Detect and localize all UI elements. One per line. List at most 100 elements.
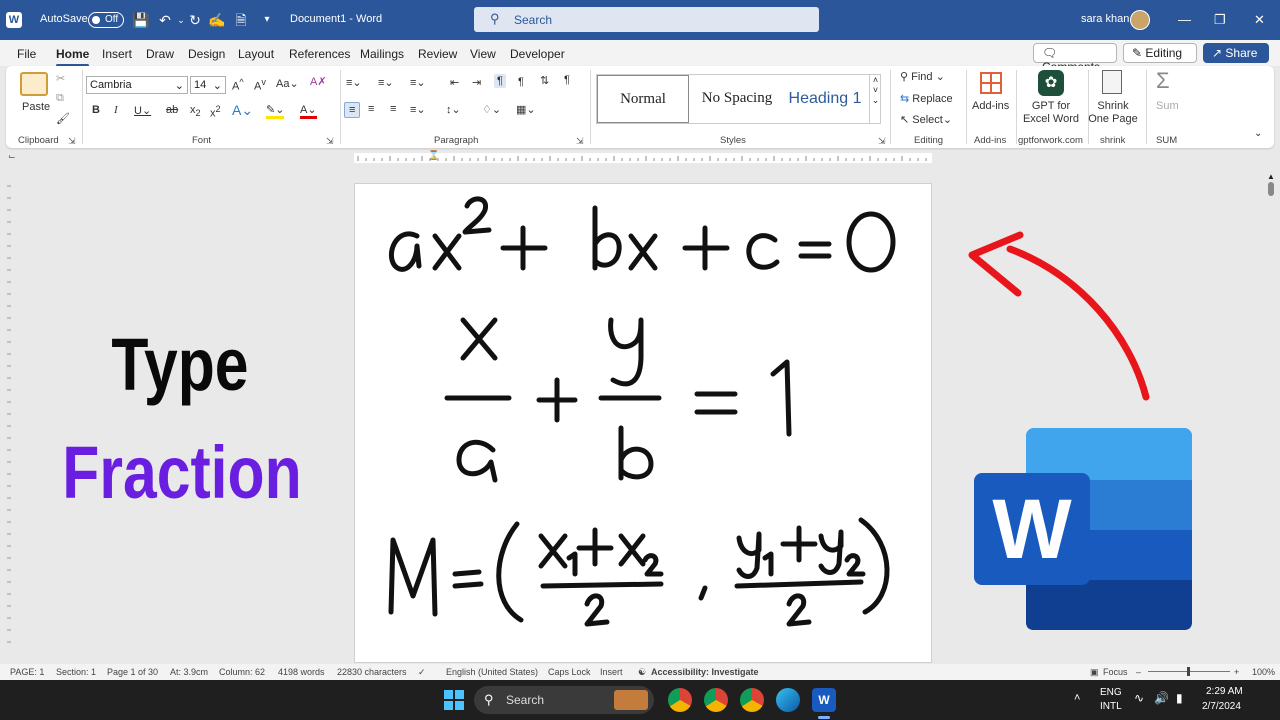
gpt-button[interactable]: GPT for Excel Word bbox=[1022, 100, 1080, 126]
maximize-icon[interactable]: ❐ bbox=[1214, 12, 1226, 28]
customize-toolbar-icon[interactable]: ▾ bbox=[258, 11, 276, 29]
text-effects-icon[interactable]: A⌄ bbox=[232, 102, 253, 119]
underline-icon[interactable]: U⌄ bbox=[134, 104, 151, 117]
bullets-icon[interactable]: ≡⌄ bbox=[346, 76, 362, 89]
increase-indent-icon[interactable]: ⇥ bbox=[472, 76, 481, 89]
multilevel-list-icon[interactable]: ≡⌄ bbox=[410, 76, 426, 89]
collapse-ribbon-icon[interactable]: ⌄ bbox=[1254, 128, 1262, 139]
status-position[interactable]: At: 3.9cm bbox=[170, 667, 208, 677]
style-no-spacing[interactable]: No Spacing bbox=[693, 81, 781, 115]
italic-icon[interactable]: I bbox=[114, 104, 118, 116]
minimize-icon[interactable]: — bbox=[1178, 12, 1191, 27]
volume-icon[interactable]: 🔊 bbox=[1154, 691, 1169, 705]
vertical-scrollbar[interactable]: ▲ bbox=[1266, 172, 1276, 662]
clear-formatting-icon[interactable]: A✗ bbox=[310, 75, 327, 88]
document-page[interactable] bbox=[354, 183, 932, 663]
status-insert-mode[interactable]: Insert bbox=[600, 667, 623, 677]
scroll-up-icon[interactable]: ▲ bbox=[1267, 172, 1275, 181]
copy-icon[interactable]: ⧉ bbox=[56, 92, 64, 105]
comments-button[interactable]: 🗨 Comments bbox=[1033, 43, 1117, 74]
word-taskbar-icon[interactable]: W bbox=[812, 688, 836, 712]
borders-icon[interactable]: ▦⌄ bbox=[516, 103, 536, 116]
sort-icon[interactable]: ⇅ bbox=[540, 74, 549, 87]
shrink-page-icon[interactable] bbox=[1102, 70, 1122, 94]
tab-layout[interactable]: Layout bbox=[238, 47, 274, 61]
gpt-icon[interactable]: ✿ bbox=[1038, 70, 1064, 96]
edge-icon[interactable] bbox=[776, 688, 800, 712]
replace-button[interactable]: ⇆ Replace bbox=[900, 92, 953, 105]
search-input[interactable]: ⚲ Search bbox=[474, 7, 819, 32]
highlight-icon[interactable]: ✎⌄ bbox=[266, 103, 285, 119]
add-ins-label[interactable]: Add-ins bbox=[972, 100, 1009, 112]
touch-mode-icon[interactable]: ✍ bbox=[208, 11, 226, 29]
editing-mode-button[interactable]: ✎ Editing bbox=[1123, 43, 1197, 63]
status-column[interactable]: Column: 62 bbox=[219, 667, 265, 677]
scroll-thumb[interactable] bbox=[1268, 182, 1274, 196]
font-color-icon[interactable]: A⌄ bbox=[300, 103, 317, 119]
horizontal-ruler[interactable]: ⌙ ⌛ bbox=[0, 150, 1280, 166]
language-line2[interactable]: INTL bbox=[1100, 701, 1122, 712]
clock-date[interactable]: 2/7/2024 bbox=[1202, 701, 1241, 712]
tab-file[interactable]: File bbox=[17, 47, 36, 61]
status-word-count[interactable]: 4198 words bbox=[278, 667, 325, 677]
word-app-icon[interactable]: W bbox=[6, 12, 22, 28]
status-page[interactable]: PAGE: 1 bbox=[10, 667, 44, 677]
add-ins-icon[interactable] bbox=[980, 72, 1002, 94]
chrome-icon[interactable] bbox=[668, 688, 692, 712]
tab-draw[interactable]: Draw bbox=[146, 47, 174, 61]
user-name[interactable]: sara khan bbox=[1081, 13, 1129, 25]
status-accessibility[interactable]: Accessibility: Investigate bbox=[651, 667, 759, 677]
zoom-out-icon[interactable]: – bbox=[1136, 667, 1141, 677]
tab-developer[interactable]: Developer bbox=[510, 47, 565, 61]
superscript-icon[interactable]: x2 bbox=[210, 104, 221, 120]
font-launcher-icon[interactable]: ⇲ bbox=[326, 136, 334, 147]
bold-icon[interactable]: B bbox=[92, 104, 100, 116]
windows-start-icon[interactable] bbox=[444, 690, 464, 710]
format-painter-icon[interactable]: 🖌 bbox=[56, 112, 70, 125]
subscript-icon[interactable]: x2 bbox=[190, 104, 201, 118]
paste-icon[interactable] bbox=[20, 72, 48, 96]
language-line1[interactable]: ENG bbox=[1100, 687, 1122, 698]
status-character-count[interactable]: 22830 characters bbox=[337, 667, 407, 677]
tab-review[interactable]: Review bbox=[418, 47, 457, 61]
status-language[interactable]: English (United States) bbox=[446, 667, 538, 677]
change-case-icon[interactable]: Aa⌄ bbox=[276, 77, 299, 90]
select-button[interactable]: ↖ Select⌄ bbox=[900, 113, 952, 126]
close-icon[interactable]: ✕ bbox=[1254, 12, 1265, 28]
find-button[interactable]: ⚲ Find ⌄ bbox=[900, 70, 945, 83]
status-section[interactable]: Section: 1 bbox=[56, 667, 96, 677]
wifi-icon[interactable]: ∿ bbox=[1134, 691, 1144, 705]
ltr-direction-icon[interactable]: ¶ bbox=[494, 74, 506, 88]
tab-home[interactable]: Home bbox=[56, 47, 90, 67]
new-document-icon[interactable]: 🗎 bbox=[232, 11, 250, 29]
decrease-indent-icon[interactable]: ⇤ bbox=[450, 76, 459, 89]
tab-mailings[interactable]: Mailings bbox=[360, 47, 404, 61]
shading-icon[interactable]: ♢⌄ bbox=[482, 103, 501, 116]
show-formatting-icon[interactable]: ¶ bbox=[564, 74, 570, 86]
cut-icon[interactable]: ✂ bbox=[56, 72, 65, 85]
shrink-font-icon[interactable]: Av bbox=[254, 77, 266, 93]
clock-time[interactable]: 2:29 AM bbox=[1206, 686, 1243, 697]
shrink-button[interactable]: Shrink One Page bbox=[1088, 100, 1138, 126]
align-left-icon[interactable]: ≡ bbox=[344, 102, 361, 118]
paragraph-launcher-icon[interactable]: ⇲ bbox=[576, 136, 584, 147]
sum-label[interactable]: Sum bbox=[1156, 100, 1179, 112]
justify-icon[interactable]: ≡⌄ bbox=[410, 103, 426, 116]
avatar[interactable] bbox=[1130, 10, 1150, 30]
chevron-up-icon[interactable]: ˄ bbox=[1074, 692, 1080, 704]
tab-insert[interactable]: Insert bbox=[102, 47, 132, 61]
rtl-direction-icon[interactable]: ¶ bbox=[518, 76, 524, 88]
align-center-icon[interactable]: ≡ bbox=[368, 103, 374, 115]
autosave-toggle[interactable]: Off bbox=[88, 12, 124, 28]
font-name-select[interactable]: Cambria ⌄ bbox=[86, 76, 188, 94]
status-page-count[interactable]: Page 1 of 30 bbox=[107, 667, 158, 677]
tab-selector-icon[interactable]: ⌙ bbox=[8, 151, 16, 162]
chrome-icon[interactable] bbox=[740, 688, 764, 712]
taskbar-search[interactable]: ⚲ Search bbox=[474, 686, 654, 714]
strikethrough-icon[interactable]: ab bbox=[166, 104, 178, 116]
line-spacing-icon[interactable]: ↕⌄ bbox=[446, 103, 461, 116]
focus-button[interactable]: Focus bbox=[1103, 667, 1128, 677]
clipboard-launcher-icon[interactable]: ⇲ bbox=[68, 136, 76, 147]
zoom-in-icon[interactable]: + bbox=[1234, 667, 1239, 677]
numbering-icon[interactable]: ≡⌄ bbox=[378, 76, 394, 89]
